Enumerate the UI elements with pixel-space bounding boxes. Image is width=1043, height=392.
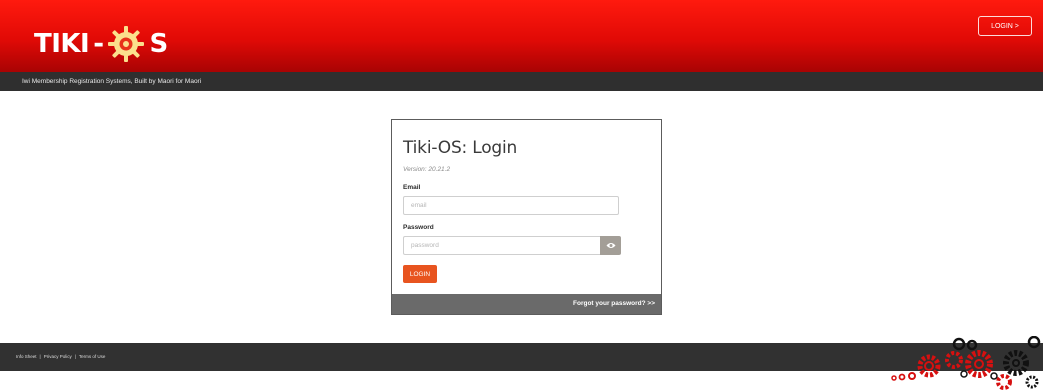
header: TIKI - S LOGIN >: [0, 0, 1043, 72]
logo-text-s: S: [149, 29, 169, 59]
login-submit-button[interactable]: LOGIN: [403, 265, 437, 283]
password-toggle-button[interactable]: [600, 236, 621, 255]
logo[interactable]: TIKI - S: [34, 24, 168, 64]
header-login-button[interactable]: LOGIN >: [978, 16, 1032, 36]
email-label: Email: [403, 184, 421, 191]
password-input[interactable]: [403, 236, 601, 255]
password-label: Password: [403, 224, 434, 231]
gear-o-icon: [107, 26, 144, 62]
eye-icon: [606, 243, 615, 248]
card-footer: Forgot your password? >>: [392, 294, 661, 314]
tagline-text: Iwi Membership Registration Systems, Bui…: [22, 78, 202, 85]
email-input[interactable]: [403, 196, 619, 215]
logo-dash: -: [93, 29, 104, 59]
tagline-bar: Iwi Membership Registration Systems, Bui…: [0, 72, 1043, 91]
login-card: Tiki-OS: Login Version: 20.21.2 Email Pa…: [391, 119, 662, 315]
footer-links: Info Sheet | Privacy Policy | Terms of Use: [16, 343, 105, 371]
version-text: Version: 20.21.2: [403, 166, 451, 173]
forgot-password-link[interactable]: Forgot your password? >>: [573, 294, 655, 314]
logo-text-tiki: TIKI: [34, 29, 90, 59]
terms-of-use-link[interactable]: Terms of Use: [79, 354, 106, 359]
login-title: Tiki-OS: Login: [403, 138, 518, 158]
info-sheet-link[interactable]: Info Sheet: [16, 354, 37, 359]
footer-separator: |: [74, 354, 76, 359]
privacy-policy-link[interactable]: Privacy Policy: [44, 354, 72, 359]
gears-icon: [891, 336, 1041, 390]
footer-separator: |: [39, 354, 41, 359]
